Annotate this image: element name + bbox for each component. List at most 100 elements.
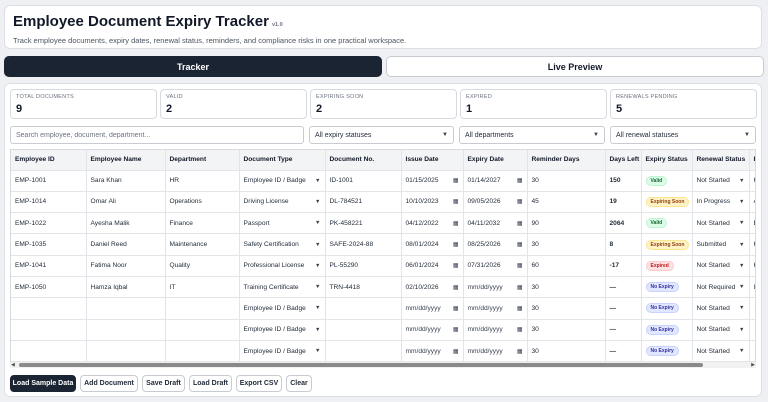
document-number-cell[interactable] [325, 297, 402, 320]
document-type-select[interactable]: Driving License ▼ [239, 191, 326, 214]
column-header[interactable]: Reminder Days [527, 150, 606, 171]
scroll-left-icon[interactable]: ◀ [11, 362, 15, 368]
issue-date-input[interactable]: 04/12/2022 ▦ [401, 212, 464, 235]
calendar-icon[interactable]: ▦ [517, 284, 523, 291]
issue-date-input[interactable]: mm/dd/yyyy ▦ [401, 340, 464, 363]
calendar-icon[interactable]: ▦ [517, 262, 523, 269]
column-header[interactable]: Department [165, 150, 240, 171]
issue-date-input[interactable]: mm/dd/yyyy ▦ [401, 297, 464, 320]
calendar-icon[interactable]: ▦ [517, 348, 523, 355]
renewal-status-select[interactable]: Not Started ▼ [692, 170, 750, 192]
calendar-icon[interactable]: ▦ [453, 177, 459, 184]
calendar-icon[interactable]: ▦ [517, 305, 523, 312]
calendar-icon[interactable]: ▦ [453, 284, 459, 291]
export-csv-button[interactable]: Export CSV [236, 375, 282, 392]
issue-date-input[interactable]: mm/dd/yyyy ▦ [401, 319, 464, 341]
calendar-icon[interactable]: ▦ [517, 326, 523, 333]
reminder-days-cell[interactable]: 60 [527, 255, 606, 277]
document-type-select[interactable]: Employee ID / Badge ▼ [239, 297, 326, 320]
renewal-status-select[interactable]: Not Started ▼ [692, 340, 750, 363]
employee-id-cell[interactable]: EMP-1050 [11, 276, 87, 299]
tab-tracker[interactable]: Tracker [4, 56, 382, 77]
overflow-cell[interactable]: H [749, 255, 755, 277]
calendar-icon[interactable]: ▦ [453, 326, 459, 333]
department-cell[interactable]: Maintenance [165, 233, 240, 256]
column-header[interactable]: Expiry Date [463, 150, 528, 171]
column-header[interactable]: Document No. [325, 150, 402, 171]
column-header[interactable]: Employee ID [11, 150, 87, 171]
reminder-days-cell[interactable]: 30 [527, 233, 606, 256]
overflow-cell[interactable]: IT [749, 276, 755, 299]
save-draft-button[interactable]: Save Draft [142, 375, 185, 392]
document-type-select[interactable]: Employee ID / Badge ▼ [239, 319, 326, 341]
reminder-days-cell[interactable]: 30 [527, 170, 606, 192]
issue-date-input[interactable]: 06/01/2024 ▦ [401, 255, 464, 277]
employee-name-cell[interactable] [86, 297, 166, 320]
overflow-cell[interactable] [749, 297, 755, 320]
calendar-icon[interactable]: ▦ [517, 241, 523, 248]
employee-id-cell[interactable] [11, 297, 87, 320]
overflow-cell[interactable]: H [749, 233, 755, 256]
expiry-date-input[interactable]: 07/31/2026 ▦ [463, 255, 528, 277]
column-header[interactable]: Document Type [239, 150, 326, 171]
overflow-cell[interactable] [749, 340, 755, 363]
overflow-cell[interactable]: E [749, 212, 755, 235]
expiry-date-input[interactable]: mm/dd/yyyy ▦ [463, 340, 528, 363]
employee-name-cell[interactable]: Daniel Reed [86, 233, 166, 256]
expiry-date-input[interactable]: mm/dd/yyyy ▦ [463, 276, 528, 299]
overflow-cell[interactable] [749, 319, 755, 341]
employee-name-cell[interactable]: Ayesha Malik [86, 212, 166, 235]
overflow-cell[interactable]: H [749, 170, 755, 192]
clear-button[interactable]: Clear [286, 375, 312, 392]
department-cell[interactable] [165, 297, 240, 320]
document-type-select[interactable]: Training Certificate ▼ [239, 276, 326, 299]
renewal-status-select[interactable]: Not Started ▼ [692, 319, 750, 341]
column-header[interactable]: Expiry Status [641, 150, 693, 171]
employee-name-cell[interactable] [86, 340, 166, 363]
reminder-days-cell[interactable]: 30 [527, 297, 606, 320]
renewal-status-select[interactable]: Not Started ▼ [692, 297, 750, 320]
department-filter[interactable]: All departments ▼ [459, 126, 605, 144]
column-header[interactable]: Days Left [605, 150, 642, 171]
scroll-right-icon[interactable]: ▶ [751, 362, 755, 368]
employee-name-cell[interactable] [86, 319, 166, 341]
employee-name-cell[interactable]: Omar Ali [86, 191, 166, 214]
tab-live-preview[interactable]: Live Preview [386, 56, 764, 77]
employee-id-cell[interactable]: EMP-1014 [11, 191, 87, 214]
department-cell[interactable]: Quality [165, 255, 240, 277]
document-number-cell[interactable]: PL-55290 [325, 255, 402, 277]
reminder-days-cell[interactable]: 45 [527, 191, 606, 214]
calendar-icon[interactable]: ▦ [453, 220, 459, 227]
add-document-button[interactable]: Add Document [80, 375, 138, 392]
expiry-date-input[interactable]: mm/dd/yyyy ▦ [463, 297, 528, 320]
document-type-select[interactable]: Professional License ▼ [239, 255, 326, 277]
expiry-date-input[interactable]: 01/14/2027 ▦ [463, 170, 528, 192]
reminder-days-cell[interactable]: 30 [527, 319, 606, 341]
employee-id-cell[interactable]: EMP-1001 [11, 170, 87, 192]
issue-date-input[interactable]: 01/15/2025 ▦ [401, 170, 464, 192]
reminder-days-cell[interactable]: 30 [527, 340, 606, 363]
overflow-cell[interactable]: A [749, 191, 755, 214]
renewal-status-select[interactable]: Not Started ▼ [692, 255, 750, 277]
department-cell[interactable]: HR [165, 170, 240, 192]
employee-id-cell[interactable]: EMP-1041 [11, 255, 87, 277]
document-number-cell[interactable]: TRN-4418 [325, 276, 402, 299]
renewal-status-select[interactable]: In Progress ▼ [692, 191, 750, 214]
employee-id-cell[interactable]: EMP-1022 [11, 212, 87, 235]
load-sample-data-button[interactable]: Load Sample Data [10, 375, 76, 392]
employee-name-cell[interactable]: Fatima Noor [86, 255, 166, 277]
document-number-cell[interactable]: ID-1001 [325, 170, 402, 192]
department-cell[interactable]: Finance [165, 212, 240, 235]
employee-id-cell[interactable] [11, 340, 87, 363]
search-input[interactable] [10, 126, 304, 144]
document-type-select[interactable]: Employee ID / Badge ▼ [239, 340, 326, 363]
renewal-status-select[interactable]: Submitted ▼ [692, 233, 750, 256]
document-type-select[interactable]: Employee ID / Badge ▼ [239, 170, 326, 192]
column-header[interactable]: Renewal Status [692, 150, 750, 171]
document-number-cell[interactable] [325, 340, 402, 363]
calendar-icon[interactable]: ▦ [453, 241, 459, 248]
department-cell[interactable] [165, 340, 240, 363]
document-number-cell[interactable]: SAFE-2024-88 [325, 233, 402, 256]
issue-date-input[interactable]: 10/10/2023 ▦ [401, 191, 464, 214]
expiry-date-input[interactable]: 08/25/2026 ▦ [463, 233, 528, 256]
